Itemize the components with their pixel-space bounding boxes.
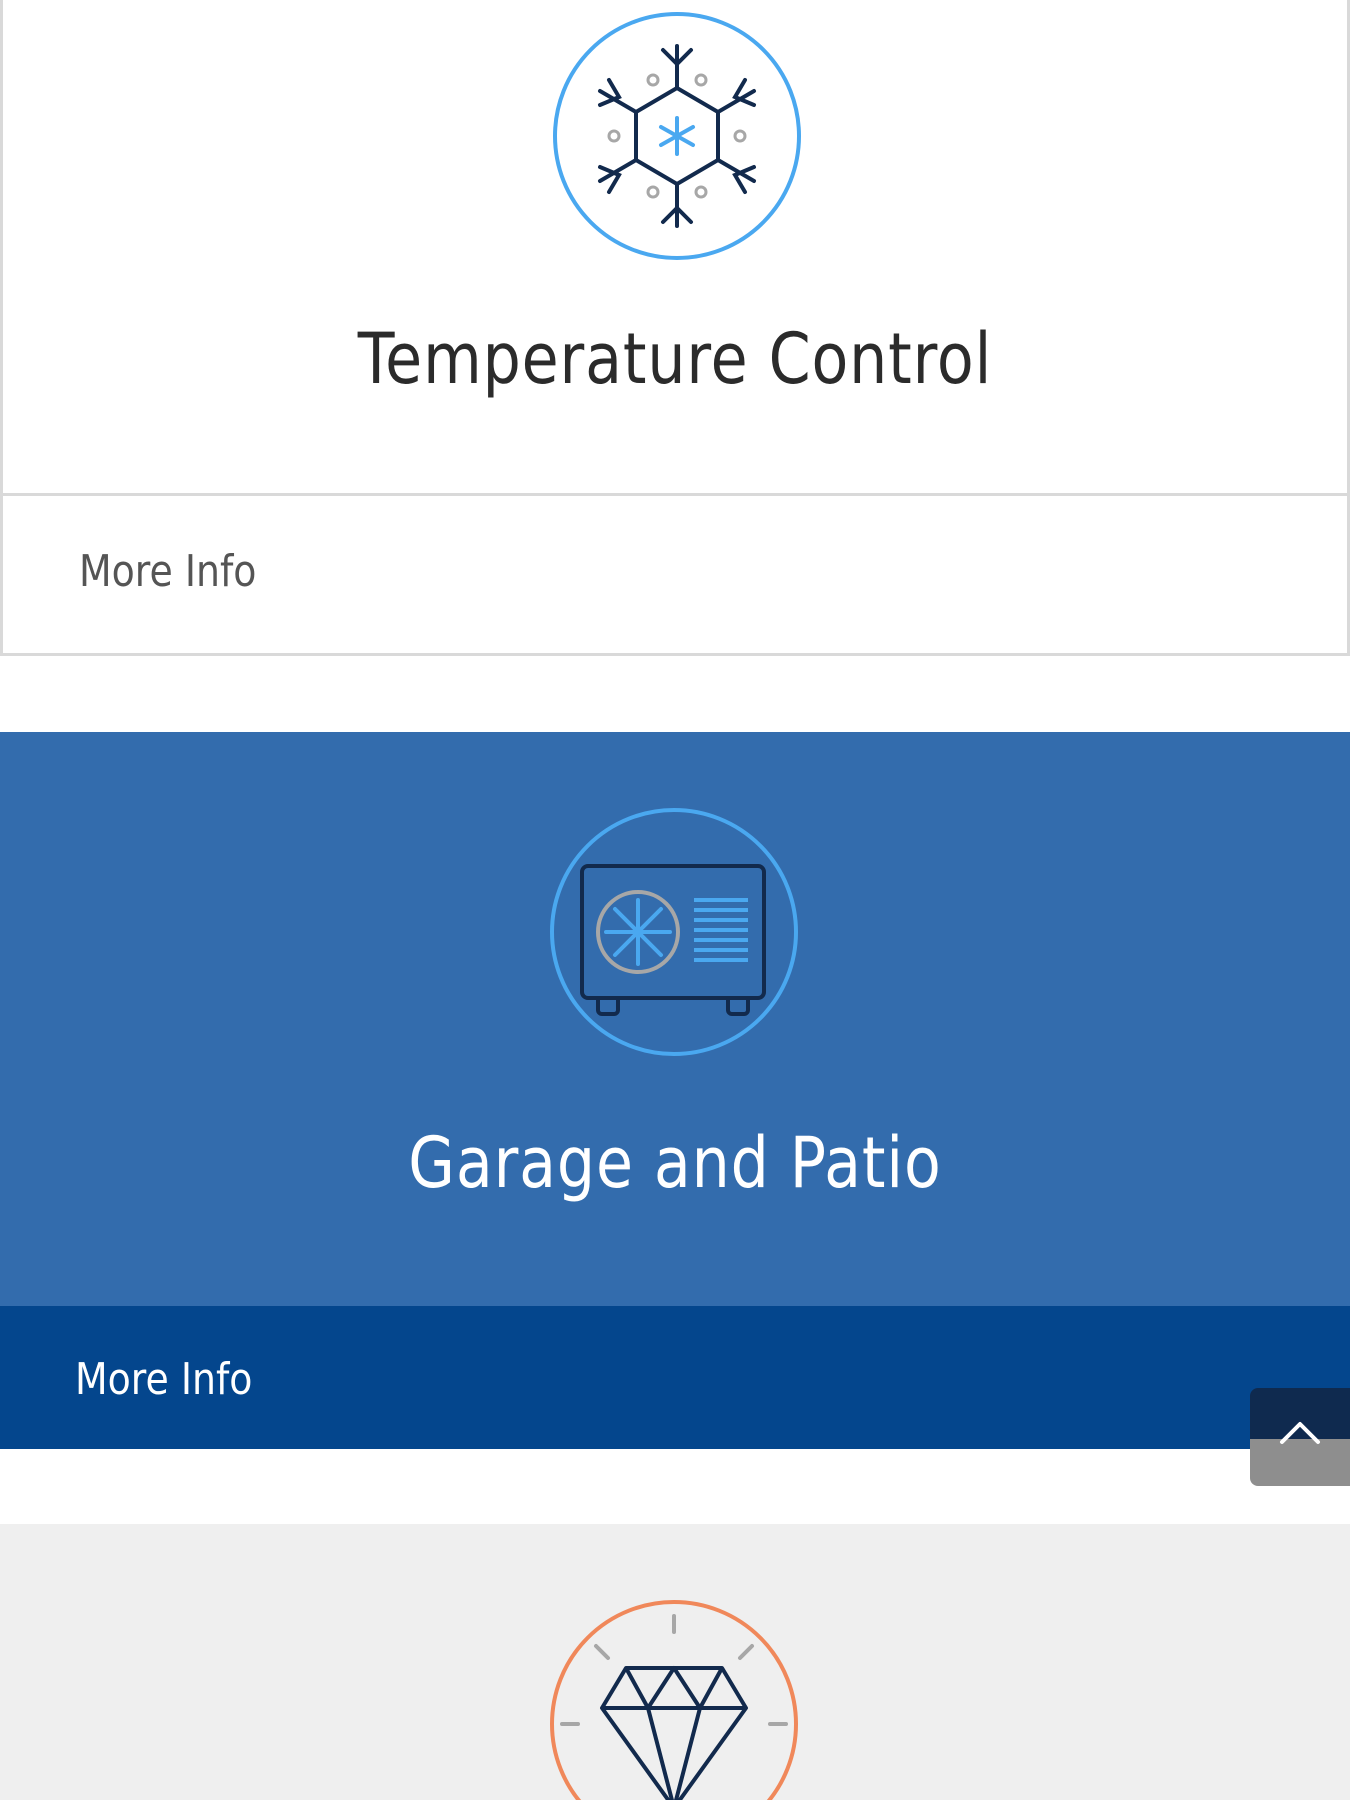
third-card[interactable] (0, 1524, 1350, 1800)
back-to-top-button[interactable] (1250, 1388, 1350, 1486)
more-info-link[interactable]: More Info (75, 1354, 252, 1405)
diamond-icon (548, 1598, 800, 1800)
air-conditioner-icon (548, 806, 800, 1058)
card-title: Garage and Patio (408, 1122, 942, 1204)
snowflake-icon (551, 10, 803, 262)
chevron-up-icon (1280, 1422, 1320, 1444)
card-title: Temperature Control (357, 318, 993, 400)
temperature-control-card[interactable]: Temperature Control More Info (0, 0, 1350, 656)
page: Temperature Control More Info Garage and… (0, 0, 1350, 1800)
card-divider (3, 493, 1347, 496)
more-info-link[interactable]: More Info (79, 546, 256, 597)
card-footer: More Info (0, 1306, 1350, 1449)
garage-and-patio-card[interactable]: Garage and Patio More Info (0, 732, 1350, 1449)
